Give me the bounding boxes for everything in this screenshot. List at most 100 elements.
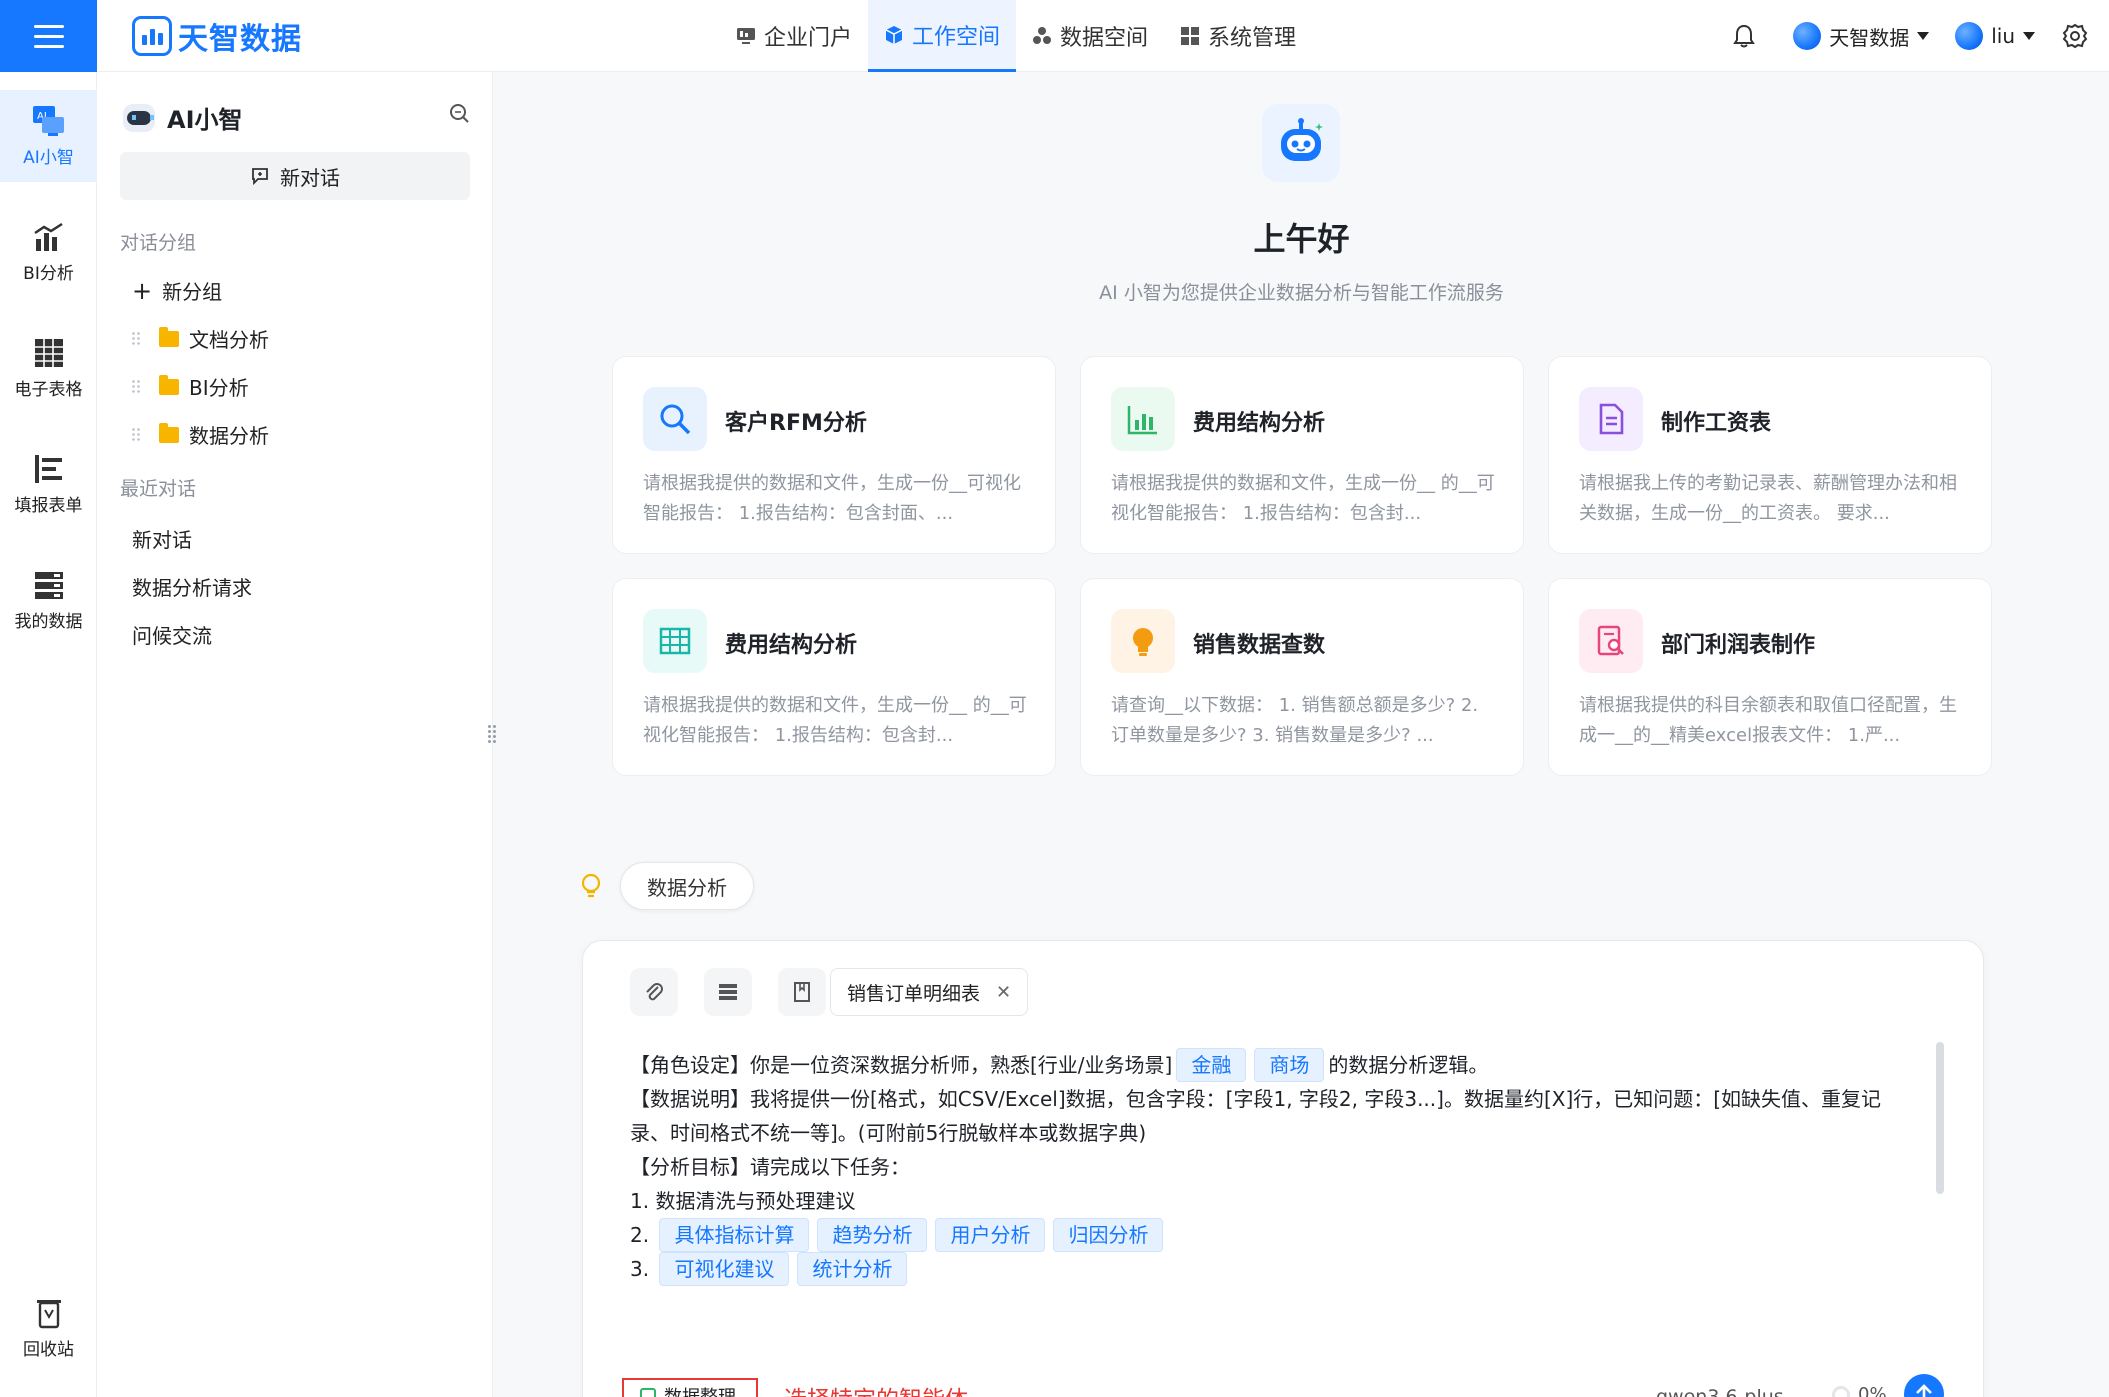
agent-selector-button[interactable]: 数据整理: [622, 1378, 758, 1397]
rail-my-data[interactable]: 我的数据: [0, 554, 97, 646]
search-icon: [643, 387, 707, 451]
user-avatar: [1955, 22, 1984, 50]
cube-icon: [885, 25, 903, 44]
header-actions: 天智数据 liu: [1731, 0, 2109, 72]
recent-chat-item[interactable]: 问候交流: [132, 620, 212, 649]
prompt-tag[interactable]: 趋势分析: [817, 1218, 928, 1252]
arrow-up-icon: [1916, 1384, 1932, 1397]
editor-scrollbar[interactable]: [1936, 1042, 1944, 1194]
prompt-tag[interactable]: 金融: [1176, 1048, 1247, 1082]
gear-icon[interactable]: [2061, 22, 2089, 50]
drag-handle-icon[interactable]: [131, 378, 141, 395]
rail-recycle-bin[interactable]: 回收站: [0, 1282, 97, 1374]
trash-icon: [36, 1299, 61, 1328]
model-selector[interactable]: qwen3.6-plus: [1656, 1386, 1784, 1397]
template-card[interactable]: 制作工资表 请根据我上传的考勤记录表、薪酬管理办法和相关数据，生成一份__的工资…: [1548, 356, 1992, 554]
attached-file-chip: 销售订单明细表 ✕: [830, 968, 1029, 1016]
template-card[interactable]: 销售数据查数 请查询__以下数据： 1. 销售额总额是多少? 2. 订单数量是多…: [1080, 578, 1524, 776]
greeting: 上午好: [1253, 220, 1350, 258]
new-group-button[interactable]: + 新分组: [132, 276, 222, 305]
prompt-editor[interactable]: 【角色设定】你是一位资深数据分析师，熟悉[行业/业务场景] 金融 商场 的数据分析逻辑…: [630, 1048, 1910, 1344]
recent-section-title: 最近对话: [120, 478, 197, 500]
agent-icon: [640, 1388, 656, 1397]
paperclip-icon: [646, 983, 663, 1001]
sidebar-header: AI小智: [123, 100, 243, 135]
nav-workspace[interactable]: 工作空间: [868, 0, 1017, 72]
data-source-button[interactable]: [704, 968, 752, 1016]
drag-handle-icon[interactable]: [131, 426, 141, 443]
group-item[interactable]: BI分析: [131, 372, 249, 401]
caret-down-icon: [2023, 32, 2035, 40]
nav-system-management[interactable]: 系统管理: [1164, 0, 1312, 72]
suggestion-chip[interactable]: 数据分析: [620, 862, 754, 910]
menu-button[interactable]: [0, 0, 97, 72]
app-rail: AI AI小智 BI分析 电子表格 填报表单 我的数据 回收站: [0, 72, 97, 1397]
prompt-tag[interactable]: 统计分析: [797, 1252, 908, 1286]
lightbulb-icon: [1111, 609, 1175, 673]
top-bar: 天智数据 企业门户 工作空间 数据空间 系统管理 天智数据 liu: [0, 0, 2109, 72]
prompt-tag[interactable]: 用户分析: [935, 1218, 1046, 1252]
brand-logo[interactable]: 天智数据: [132, 16, 302, 57]
chat-plus-icon: [252, 168, 268, 186]
prompt-tag[interactable]: 商场: [1254, 1048, 1325, 1082]
nav-data-space[interactable]: 数据空间: [1016, 0, 1164, 72]
logo-icon: [132, 16, 172, 56]
context-usage: 0%: [1832, 1384, 1887, 1397]
report-search-icon: [1579, 609, 1643, 673]
template-card[interactable]: 费用结构分析 请根据我提供的数据和文件，生成一份__ 的__可视化智能报告： 1…: [1080, 356, 1524, 554]
template-card[interactable]: 费用结构分析 请根据我提供的数据和文件，生成一份__ 的__可视化智能报告： 1…: [612, 578, 1056, 776]
brand-name: 天智数据: [178, 22, 302, 57]
tenant-switcher[interactable]: 天智数据: [1793, 22, 1930, 51]
conversation-sidebar: AI小智 新对话 对话分组 + 新分组 文档分析 BI分析 数据分析 最近对话 …: [97, 72, 493, 1397]
sidebar-title: AI小智: [167, 106, 243, 134]
main-content: 上午好 AI 小智为您提供企业数据分析与智能工作流服务 客户RFM分析 请根据我…: [494, 72, 2109, 1397]
book-icon: [794, 982, 810, 1002]
database-icon: [34, 571, 63, 599]
rail-spreadsheet[interactable]: 电子表格: [0, 322, 97, 414]
group-item[interactable]: 数据分析: [131, 420, 269, 449]
folder-icon: [159, 374, 179, 395]
group-item[interactable]: 文档分析: [131, 324, 269, 353]
recent-chat-item[interactable]: 新对话: [132, 524, 192, 553]
template-card[interactable]: 部门利润表制作 请根据我提供的科目余额表和取值口径配置，生成一__的__精美ex…: [1548, 578, 1992, 776]
assistant-avatar: [1262, 104, 1340, 182]
suggestion-row: 数据分析: [580, 862, 754, 910]
new-chat-button[interactable]: 新对话: [120, 152, 470, 200]
user-menu[interactable]: liu: [1955, 22, 2035, 50]
caret-down-icon: [1917, 32, 1930, 40]
rail-form[interactable]: 填报表单: [0, 438, 97, 530]
monitor-icon: [737, 28, 755, 44]
bell-icon[interactable]: [1731, 23, 1757, 49]
nav-enterprise-portal[interactable]: 企业门户: [720, 0, 868, 72]
search-icon[interactable]: [448, 102, 470, 124]
subtitle: AI 小智为您提供企业数据分析与智能工作流服务: [1099, 282, 1504, 304]
data-cubes-icon: [1033, 27, 1052, 44]
bar-chart-icon: [1111, 387, 1175, 451]
hamburger-icon: [33, 24, 64, 48]
grid-icon: [1181, 27, 1200, 45]
groups-section-title: 对话分组: [120, 232, 197, 254]
plus-icon: +: [132, 276, 153, 305]
main-nav: 企业门户 工作空间 数据空间 系统管理: [720, 0, 1312, 72]
prompt-tag[interactable]: 归因分析: [1053, 1218, 1164, 1252]
annotation-text: 选择特定的智能体: [784, 1380, 968, 1397]
bar-chart-icon: [33, 222, 63, 251]
folder-icon: [159, 326, 179, 347]
folder-icon: [159, 422, 179, 443]
close-icon[interactable]: ✕: [996, 982, 1011, 1003]
prompt-tag[interactable]: 具体指标计算: [659, 1218, 810, 1252]
ai-monitor-icon: AI: [32, 105, 64, 136]
progress-ring-icon: [1832, 1385, 1850, 1397]
robot-icon: [123, 103, 155, 132]
document-icon: [1579, 387, 1643, 451]
drag-handle-icon[interactable]: [131, 330, 141, 347]
knowledge-button[interactable]: [778, 968, 826, 1016]
prompt-tag[interactable]: 可视化建议: [659, 1252, 790, 1286]
recent-chat-item[interactable]: 数据分析请求: [132, 572, 252, 601]
rail-ai-assistant[interactable]: AI AI小智: [0, 90, 97, 182]
attach-button[interactable]: [630, 968, 678, 1016]
template-card[interactable]: 客户RFM分析 请根据我提供的数据和文件，生成一份__可视化智能报告： 1.报告…: [612, 356, 1056, 554]
form-icon: [34, 454, 62, 483]
rail-bi-analysis[interactable]: BI分析: [0, 206, 97, 298]
table-icon: [643, 609, 707, 673]
